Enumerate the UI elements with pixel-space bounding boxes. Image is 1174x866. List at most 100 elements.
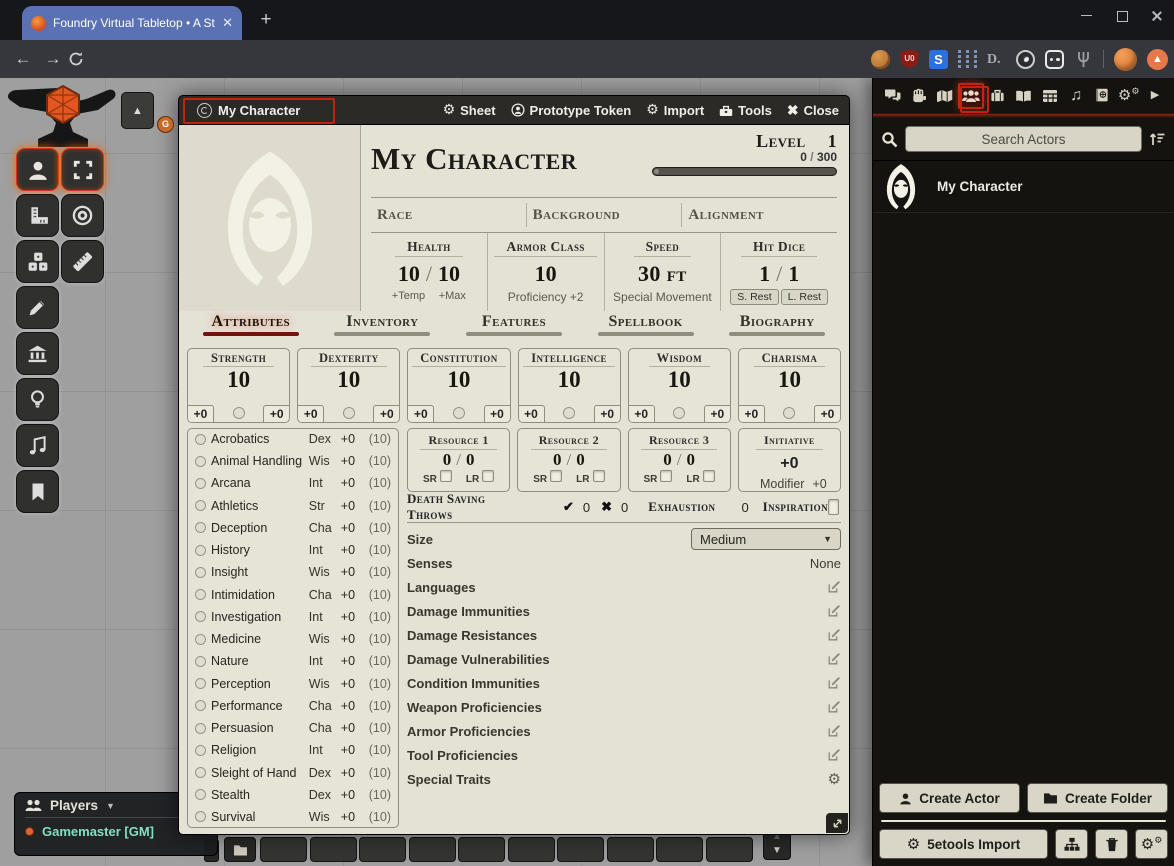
skill-row[interactable]: Animal Handling Wis +0 (10) [195, 454, 391, 468]
macro-folder-button[interactable] [224, 837, 256, 862]
skill-name[interactable]: Athletics [211, 499, 304, 513]
ability-mod[interactable]: +0 [373, 405, 399, 422]
sounds-tool-button[interactable] [16, 424, 59, 467]
skill-row[interactable]: Stealth Dex +0 (10) [195, 788, 391, 802]
ability-score[interactable]: 10 [408, 367, 509, 392]
skill-name[interactable]: Arcana [211, 476, 304, 490]
settings-button[interactable]: ⚙⚙ [1135, 829, 1168, 859]
skill-name[interactable]: Deception [211, 521, 304, 535]
ability-score[interactable]: 10 [298, 367, 399, 392]
skill-proficiency-radio[interactable] [195, 522, 206, 533]
trait-row[interactable]: Damage Resistances ▼ ⚙ [407, 623, 841, 647]
sheet-tab[interactable]: Biography [729, 313, 825, 336]
skill-row[interactable]: Nature Int +0 (10) [195, 654, 391, 668]
actor-name[interactable]: My Character [937, 179, 1023, 194]
character-name[interactable]: My Character [371, 141, 577, 197]
ability-card[interactable]: Dexterity 10 +0 +0 [297, 348, 400, 423]
trait-row[interactable]: Damage Immunities ▼ ⚙ [407, 599, 841, 623]
ability-card[interactable]: Wisdom 10 +0 +0 [628, 348, 731, 423]
nav-collapse-button[interactable]: ▲ [121, 92, 154, 129]
trait-row[interactable]: Languages ▼ ⚙ [407, 575, 841, 599]
5etools-import-button[interactable]: ⚙ 5etools Import [879, 829, 1048, 859]
trait-row[interactable]: Weapon Proficiencies ▼ ⚙ [407, 695, 841, 719]
ruler-tool-button[interactable] [61, 240, 104, 283]
combat-tab[interactable] [905, 83, 931, 109]
ability-name[interactable]: Dexterity [311, 350, 387, 367]
exhaustion-value[interactable]: 0 [741, 500, 748, 515]
edit-icon[interactable] [827, 580, 841, 594]
skill-row[interactable]: Investigation Int +0 (10) [195, 610, 391, 624]
alignment-field[interactable]: Alignment [682, 203, 837, 227]
journal-tab[interactable] [1010, 83, 1036, 109]
ability-mod[interactable]: +0 [484, 405, 510, 422]
skill-proficiency-radio[interactable] [195, 656, 206, 667]
search-input[interactable] [905, 126, 1142, 152]
skill-proficiency-radio[interactable] [195, 589, 206, 600]
maximize-icon[interactable] [1116, 10, 1127, 21]
ublock-extension-icon[interactable]: U0 [900, 50, 919, 69]
document-id-icon[interactable] [197, 103, 212, 118]
select-tool-button[interactable] [61, 148, 104, 191]
ability-mod[interactable]: +0 [594, 405, 620, 422]
skill-row[interactable]: Acrobatics Dex +0 (10) [195, 432, 391, 446]
skill-proficiency-radio[interactable] [195, 545, 206, 556]
browser-menu-icon[interactable]: ▲ [1147, 49, 1168, 70]
ability-score[interactable]: 10 [629, 367, 730, 392]
speed-block[interactable]: Speed 30 ft Special Movement [605, 233, 722, 311]
close-window-icon[interactable] [1151, 10, 1162, 21]
death-success-count[interactable]: 0 [583, 500, 590, 515]
folder-tree-button[interactable] [1055, 829, 1088, 859]
ability-card[interactable]: Charisma 10 +0 +0 [738, 348, 841, 423]
macro-slot[interactable] [359, 837, 406, 862]
skill-row[interactable]: Survival Wis +0 (10) [195, 810, 391, 824]
proficiency-radio[interactable] [563, 407, 575, 419]
create-actor-button[interactable]: Create Actor [879, 783, 1020, 813]
skill-row[interactable]: Athletics Str +0 (10) [195, 499, 391, 513]
level-value[interactable]: 1 [828, 131, 837, 152]
compendium-tab[interactable] [1089, 83, 1115, 109]
skill-name[interactable]: Intimidation [211, 588, 304, 602]
character-sheet-window[interactable]: G My Character ⚙ Sheet Prototype Token ⚙… [178, 95, 850, 835]
initiative-value[interactable]: +0 [739, 455, 840, 473]
trait-row[interactable]: Size Medium▼ Medium ⚙ [407, 527, 841, 551]
hit-dice-block[interactable]: Hit Dice 1/1 S. Rest L. Rest [721, 233, 837, 311]
skill-name[interactable]: Acrobatics [211, 432, 304, 446]
chat-tab[interactable] [879, 83, 905, 109]
skill-proficiency-radio[interactable] [195, 700, 206, 711]
macro-slot[interactable] [607, 837, 654, 862]
ability-score[interactable]: 10 [739, 367, 840, 392]
skill-row[interactable]: Performance Cha +0 (10) [195, 699, 391, 713]
check-icon[interactable]: ✔ [563, 499, 574, 515]
ability-card[interactable]: Intelligence 10 +0 +0 [518, 348, 621, 423]
edit-icon[interactable] [827, 748, 841, 762]
actor-list-item[interactable]: My Character [873, 161, 1174, 213]
ability-save[interactable]: +0 [739, 405, 765, 422]
skill-name[interactable]: Insight [211, 565, 304, 579]
macro-slot[interactable] [310, 837, 357, 862]
skill-proficiency-radio[interactable] [195, 611, 206, 622]
edit-icon[interactable] [827, 628, 841, 642]
skill-row[interactable]: Persuasion Cha +0 (10) [195, 721, 391, 735]
size-select[interactable]: Medium▼ [691, 528, 841, 550]
sidebar-collapse-caret[interactable]: ▶ [1142, 83, 1168, 109]
cookie-extension-icon[interactable] [871, 50, 890, 69]
skill-row[interactable]: Intimidation Cha +0 (10) [195, 588, 391, 602]
d-extension-icon[interactable]: D. [987, 50, 1006, 69]
skill-name[interactable]: Persuasion [211, 721, 304, 735]
lr-checkbox[interactable] [482, 470, 494, 482]
macro-slot[interactable] [458, 837, 505, 862]
skill-proficiency-radio[interactable] [195, 456, 206, 467]
skill-proficiency-radio[interactable] [195, 789, 206, 800]
forward-icon[interactable]: → [38, 49, 68, 69]
sheet-tab[interactable]: Spellbook [598, 313, 694, 336]
edit-icon[interactable] [827, 652, 841, 666]
edit-icon[interactable] [827, 700, 841, 714]
tables-tab[interactable] [1037, 83, 1063, 109]
trait-row[interactable]: Armor Proficiencies ▼ ⚙ [407, 719, 841, 743]
resize-handle[interactable] [826, 813, 848, 833]
import-button[interactable]: ⚙ Import [646, 103, 704, 118]
profile-avatar[interactable] [1114, 48, 1137, 71]
macro-slot[interactable] [656, 837, 703, 862]
character-portrait[interactable] [179, 125, 361, 311]
token-tool-button[interactable] [16, 148, 59, 191]
